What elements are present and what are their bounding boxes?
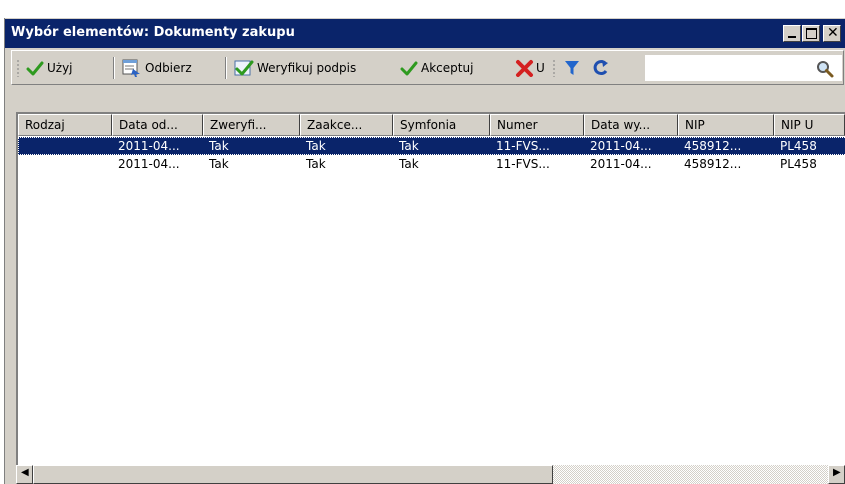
search-input[interactable]	[645, 55, 842, 81]
filter-button[interactable]	[563, 55, 584, 81]
table-cell: Tak	[399, 157, 419, 171]
search-icon	[817, 61, 834, 78]
toolbar-separator	[113, 57, 115, 79]
check-icon	[26, 61, 44, 76]
verify-signature-icon	[234, 60, 254, 76]
table-cell: PL458	[780, 139, 817, 153]
table-cell: 458912...	[684, 157, 742, 171]
verify-signature-label: Weryfikuj podpis	[257, 61, 357, 75]
scrollbar-thumb[interactable]	[33, 465, 553, 484]
horizontal-scrollbar[interactable]: ◀ ▶	[16, 465, 845, 484]
column-header-zweryfikowany[interactable]: Zweryfi...	[203, 114, 300, 136]
column-header-nip[interactable]: NIP	[678, 114, 774, 136]
table-cell: 2011-04...	[590, 157, 652, 171]
table-cell	[18, 155, 112, 173]
column-header-symfonia[interactable]: Symfonia	[393, 114, 490, 136]
scroll-right-button[interactable]: ▶	[828, 465, 845, 484]
table-cell: 11-FVS...	[496, 157, 550, 171]
toolbar-separator	[225, 57, 227, 79]
receive-icon	[122, 59, 140, 77]
table-cell: Tak	[399, 139, 419, 153]
delete-button[interactable]: U	[515, 55, 545, 81]
title-bar[interactable]: Wybór elementów: Dokumenty zakupu ✕	[5, 18, 845, 48]
refresh-icon	[593, 60, 608, 76]
refresh-button[interactable]	[591, 55, 614, 81]
use-button[interactable]: Użyj	[26, 55, 73, 81]
verify-signature-button[interactable]: Weryfikuj podpis	[234, 55, 356, 81]
table-cell	[18, 137, 112, 155]
delete-icon	[516, 60, 533, 77]
table-row[interactable]: 2011-04... Tak Tak Tak 11-FVS... 2011-04…	[18, 137, 845, 155]
table-cell: Tak	[209, 139, 229, 153]
column-header-numer[interactable]: Numer	[490, 114, 584, 136]
table-row[interactable]: 2011-04... Tak Tak Tak 11-FVS... 2011-04…	[18, 155, 845, 173]
table-cell: PL458	[780, 157, 817, 171]
scroll-left-button[interactable]: ◀	[16, 465, 33, 484]
arrow-left-icon: ◀	[21, 467, 29, 478]
receive-label: Odbierz	[145, 61, 192, 75]
minimize-button[interactable]	[783, 25, 801, 42]
list-header: Rodzaj Data od... Zweryfi... Zaakce... S…	[18, 114, 845, 136]
table-cell: Tak	[306, 139, 326, 153]
search-button[interactable]	[815, 59, 835, 79]
use-label: Użyj	[47, 61, 73, 75]
table-cell: 11-FVS...	[496, 139, 550, 153]
toolbar-grip[interactable]	[17, 59, 19, 77]
column-header-zaakceptowany[interactable]: Zaakce...	[300, 114, 393, 136]
filter-icon	[565, 61, 579, 75]
check-icon	[400, 61, 418, 76]
table-cell: Tak	[209, 157, 229, 171]
table-cell: Tak	[306, 157, 326, 171]
close-icon: ✕	[827, 25, 839, 41]
documents-list[interactable]: Rodzaj Data od... Zweryfi... Zaakce... S…	[16, 112, 845, 484]
column-header-data-wystawienia[interactable]: Data wy...	[584, 114, 678, 136]
accept-label: Akceptuj	[421, 61, 474, 75]
column-header-rodzaj[interactable]: Rodzaj	[18, 114, 112, 136]
table-cell: 2011-04...	[118, 139, 180, 153]
column-header-nip-u[interactable]: NIP U	[774, 114, 845, 136]
maximize-button[interactable]	[802, 25, 820, 42]
arrow-right-icon: ▶	[833, 467, 841, 478]
toolbar: Użyj Odbierz Weryfikuj podpis Akceptuj U	[11, 50, 844, 85]
table-cell: 2011-04...	[590, 139, 652, 153]
accept-button[interactable]: Akceptuj	[400, 55, 473, 81]
delete-label: U	[536, 61, 545, 75]
toolbar-grip[interactable]	[553, 59, 555, 77]
table-cell: 458912...	[684, 139, 742, 153]
table-cell: 2011-04...	[118, 157, 180, 171]
column-header-data-od[interactable]: Data od...	[112, 114, 203, 136]
receive-button[interactable]: Odbierz	[122, 55, 192, 81]
window-title: Wybór elementów: Dokumenty zakupu	[11, 25, 295, 40]
close-button[interactable]: ✕	[823, 25, 841, 42]
